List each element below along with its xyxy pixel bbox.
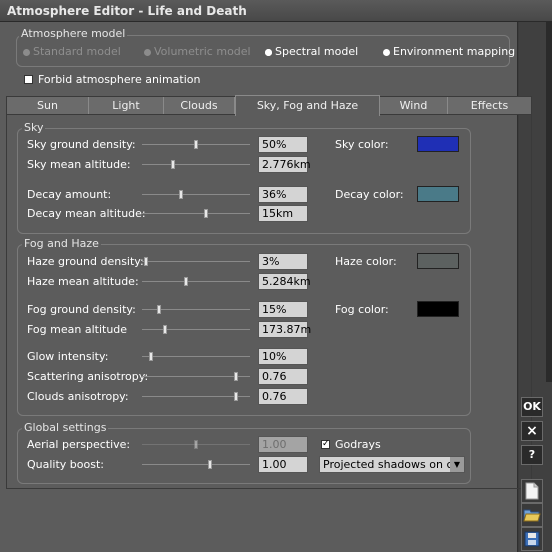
fog-color-label: Fog color: (335, 303, 389, 316)
radio-environment-mapping[interactable]: Environment mapping (383, 45, 515, 58)
cancel-button[interactable]: × (521, 421, 543, 441)
slider-thumb[interactable] (179, 190, 184, 199)
decay-mean-altitude-slider[interactable] (142, 213, 250, 214)
clouds-anisotropy-label: Clouds anisotropy: (27, 390, 129, 403)
godrays-checkbox[interactable] (321, 439, 330, 449)
decay-mean-altitude-label: Decay mean altitude: (27, 207, 146, 220)
slider-thumb[interactable] (207, 460, 212, 469)
haze-color-label: Haze color: (335, 255, 397, 268)
open-file-button[interactable] (521, 503, 543, 527)
haze-ground-density-field[interactable]: 3% (258, 253, 308, 270)
slider-thumb[interactable] (171, 160, 176, 169)
sky-ground-density-label: Sky ground density: (27, 138, 136, 151)
save-disk-icon (524, 531, 540, 547)
save-file-button[interactable] (521, 527, 543, 551)
radio-volumetric-model[interactable]: Volumetric model (144, 45, 251, 58)
new-file-icon (525, 482, 539, 500)
clouds-anisotropy-field[interactable]: 0.76 (258, 388, 308, 405)
slider-thumb[interactable] (194, 140, 198, 149)
atmosphere-model-legend: Atmosphere model (19, 27, 128, 40)
tab-effects[interactable]: Effects (448, 97, 531, 114)
decay-mean-altitude-field[interactable]: 15km (258, 205, 308, 222)
godrays-label: Godrays (335, 438, 381, 451)
glow-intensity-field[interactable]: 10% (258, 348, 308, 365)
radio-label: Spectral model (275, 45, 359, 58)
chevron-down-icon: ▼ (450, 457, 464, 472)
new-file-button[interactable] (521, 479, 543, 503)
fog-mean-altitude-slider[interactable] (142, 329, 250, 330)
sky-mean-altitude-slider[interactable] (142, 164, 250, 165)
tab-sun[interactable]: Sun (7, 97, 89, 114)
slider-thumb[interactable] (204, 209, 209, 218)
projected-shadows-select[interactable]: Projected shadows on clouds ▼ (319, 456, 465, 473)
background-window-edge (546, 22, 552, 382)
quality-boost-slider[interactable] (142, 464, 250, 465)
quality-boost-label: Quality boost: (27, 458, 104, 471)
haze-color-swatch[interactable] (417, 253, 459, 269)
tab-light[interactable]: Light (89, 97, 164, 114)
fog-ground-density-label: Fog ground density: (27, 303, 136, 316)
radio-label: Standard model (33, 45, 121, 58)
tab-sky-fog-haze[interactable]: Sky, Fog and Haze (235, 95, 380, 116)
haze-ground-density-label: Haze ground density: (27, 255, 144, 268)
forbid-animation-checkbox[interactable] (24, 75, 33, 84)
radio-standard-model[interactable]: Standard model (23, 45, 121, 58)
glow-intensity-label: Glow intensity: (27, 350, 109, 363)
tab-wind[interactable]: Wind (380, 97, 448, 114)
decay-amount-label: Decay amount: (27, 188, 112, 201)
help-button[interactable]: ? (521, 445, 543, 465)
open-folder-icon (523, 509, 541, 522)
ok-button[interactable]: OK (521, 397, 543, 417)
slider-thumb[interactable] (162, 325, 167, 334)
sky-color-label: Sky color: (335, 138, 389, 151)
radio-icon (23, 48, 30, 56)
quality-boost-field[interactable]: 1.00 (258, 456, 308, 473)
haze-mean-altitude-label: Haze mean altitude: (27, 275, 139, 288)
fog-ground-density-field[interactable]: 15% (258, 301, 308, 318)
radio-label: Environment mapping (393, 45, 516, 58)
fog-haze-legend: Fog and Haze (22, 237, 101, 250)
slider-thumb[interactable] (194, 440, 198, 449)
aerial-perspective-label: Aerial perspective: (27, 438, 131, 451)
radio-label: Volumetric model (154, 45, 251, 58)
slider-thumb[interactable] (233, 372, 238, 381)
fog-mean-altitude-label: Fog mean altitude (27, 323, 128, 336)
slider-thumb[interactable] (183, 277, 188, 286)
aerial-perspective-field[interactable]: 1.00 (258, 436, 308, 453)
radio-selected-icon (265, 48, 272, 56)
window-title: Atmosphere Editor - Life and Death (7, 4, 247, 18)
decay-amount-slider[interactable] (142, 194, 250, 195)
decay-amount-field[interactable]: 36% (258, 186, 308, 203)
scattering-anisotropy-field[interactable]: 0.76 (258, 368, 308, 385)
radio-icon (383, 48, 390, 56)
sky-color-swatch[interactable] (417, 136, 459, 152)
glow-intensity-slider[interactable] (142, 356, 250, 357)
haze-ground-density-slider[interactable] (142, 261, 250, 262)
tab-clouds[interactable]: Clouds (164, 97, 235, 114)
tab-bar: Sun Light Clouds Sky, Fog and Haze Wind … (6, 95, 532, 116)
radio-spectral-model[interactable]: Spectral model (265, 45, 358, 58)
title-bar[interactable]: Atmosphere Editor - Life and Death (0, 0, 552, 22)
sky-ground-density-field[interactable]: 50% (258, 136, 308, 153)
sky-mean-altitude-field[interactable]: 2.776km (258, 156, 311, 173)
decay-color-swatch[interactable] (417, 186, 459, 202)
projected-shadows-value: Projected shadows on clouds (323, 458, 464, 471)
sky-legend: Sky (22, 121, 46, 134)
fog-mean-altitude-field[interactable]: 173.87m (258, 321, 311, 338)
slider-thumb[interactable] (233, 392, 238, 401)
global-settings-legend: Global settings (22, 421, 109, 434)
slider-thumb[interactable] (144, 257, 149, 266)
slider-thumb[interactable] (149, 352, 154, 361)
scattering-anisotropy-label: Scattering anisotropy: (27, 370, 149, 383)
haze-mean-altitude-slider[interactable] (142, 281, 250, 282)
forbid-animation-label: Forbid atmosphere animation (38, 73, 201, 86)
fog-color-swatch[interactable] (417, 301, 459, 317)
haze-mean-altitude-field[interactable]: 5.284km (258, 273, 311, 290)
radio-icon (144, 48, 151, 56)
slider-thumb[interactable] (156, 305, 161, 314)
decay-color-label: Decay color: (335, 188, 404, 201)
sky-mean-altitude-label: Sky mean altitude: (27, 158, 131, 171)
